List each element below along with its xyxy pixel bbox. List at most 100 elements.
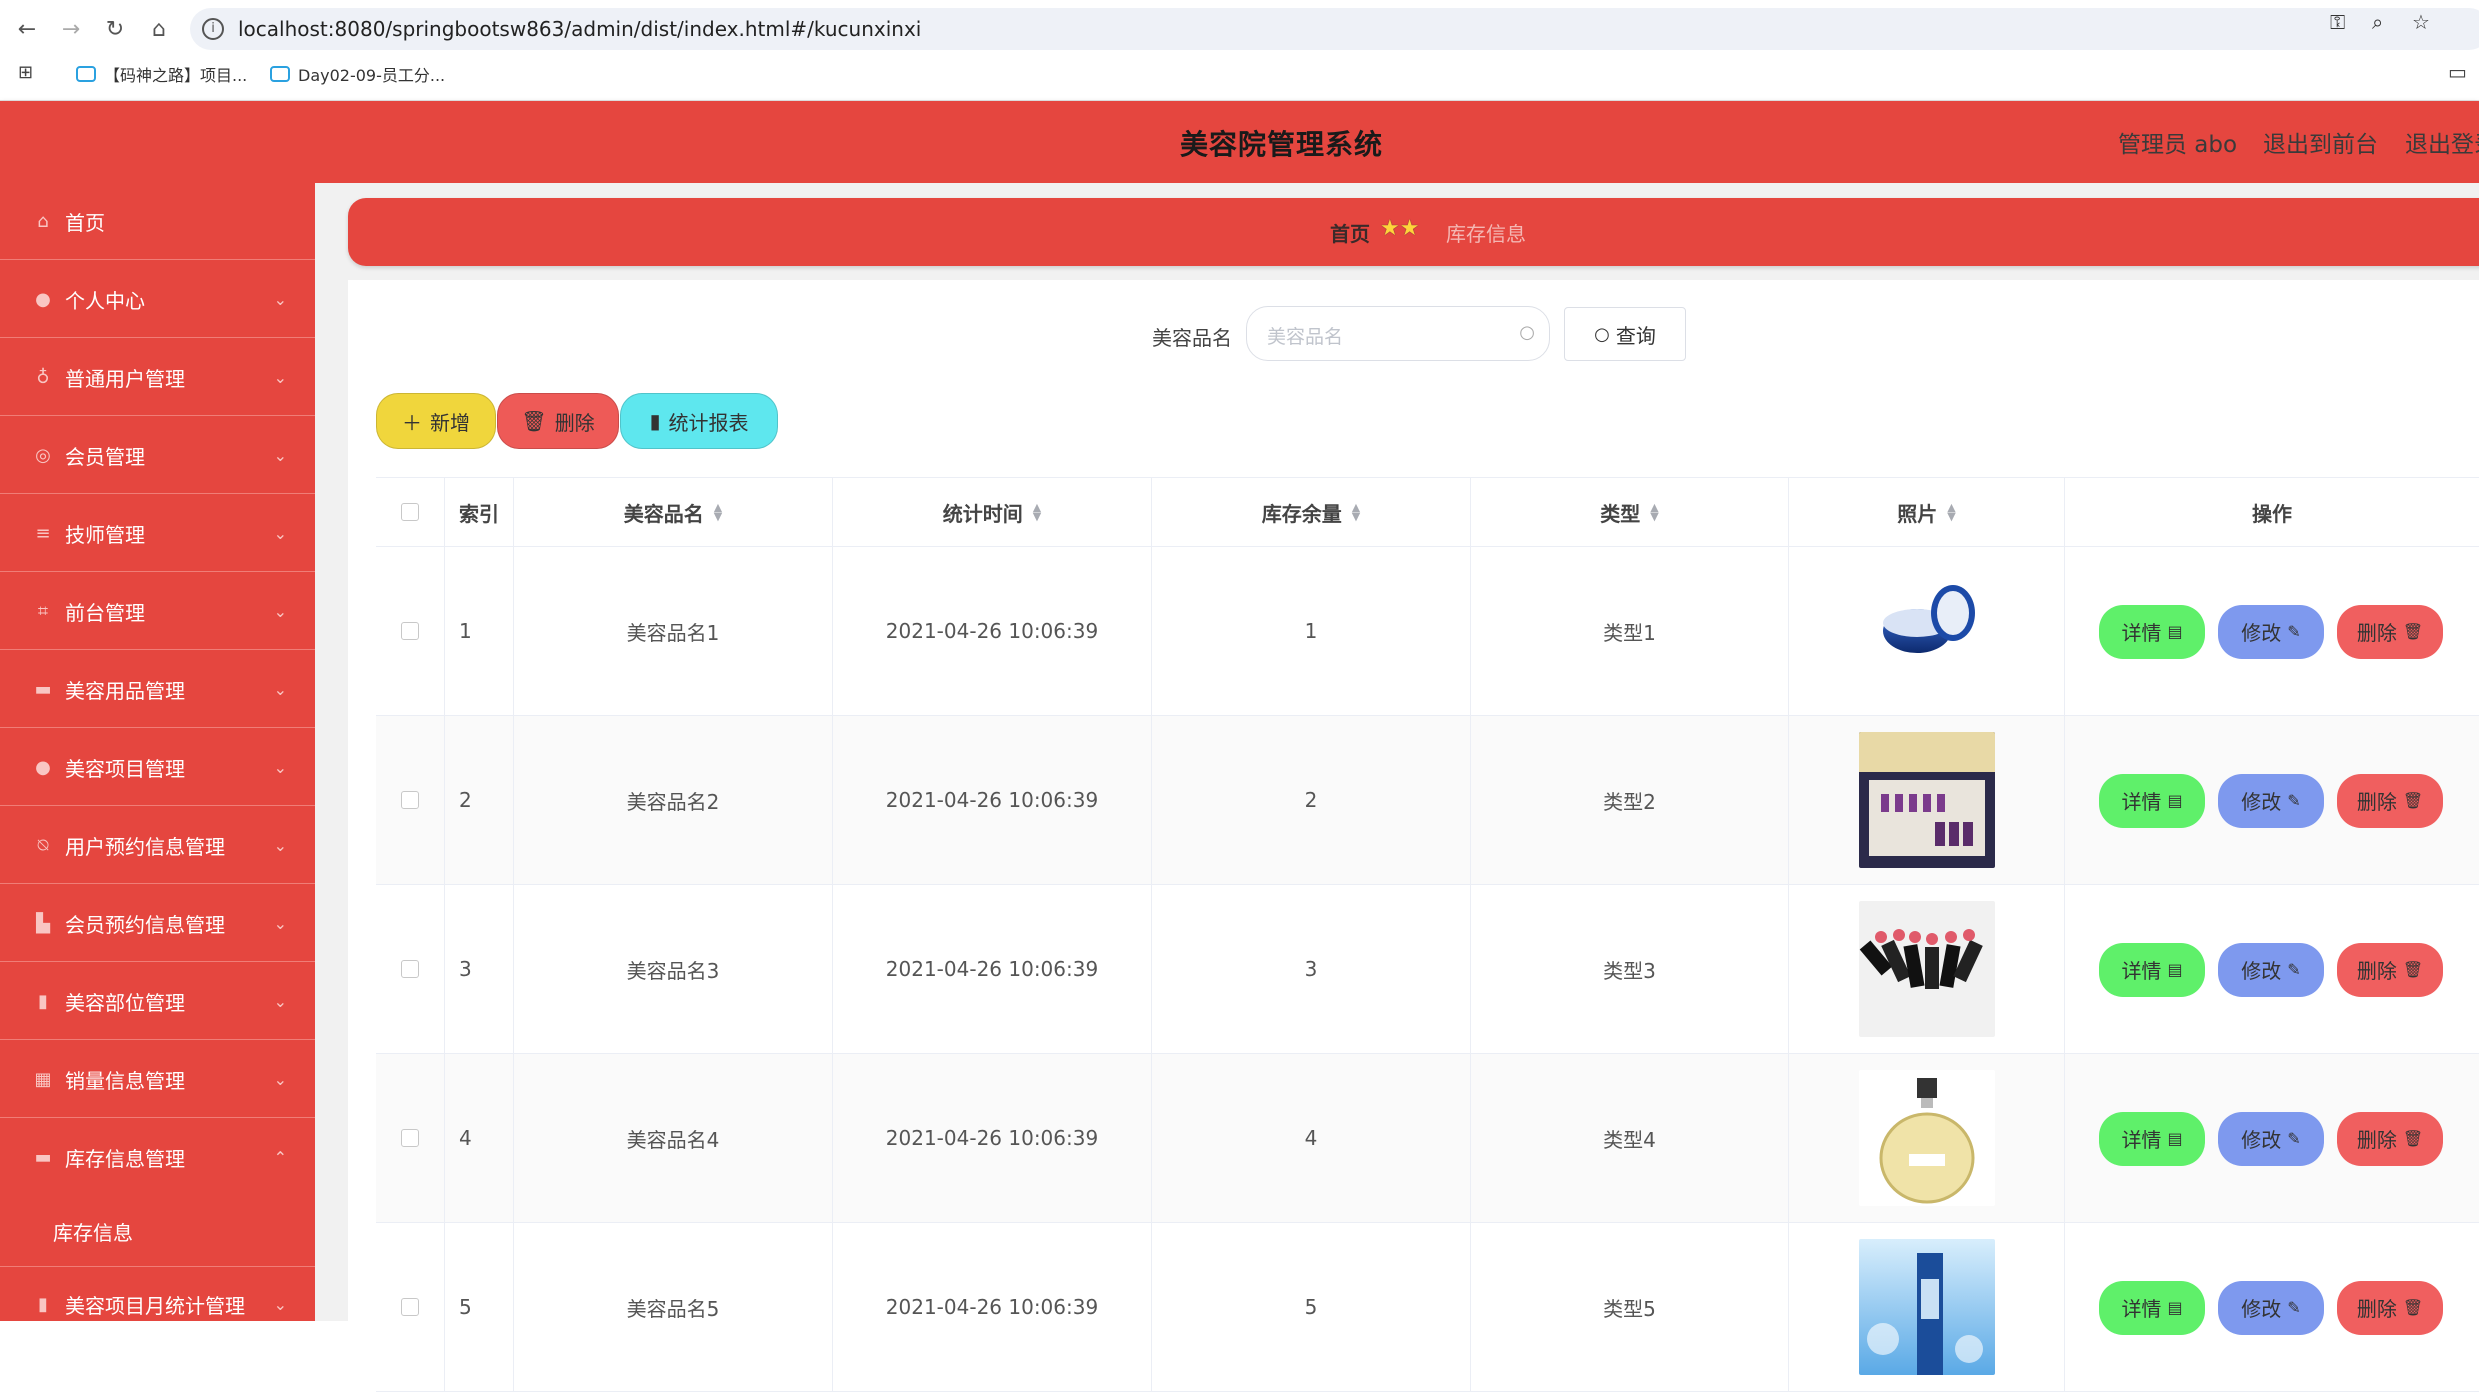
cell-index: 1 (445, 547, 514, 715)
edit-button[interactable]: 修改 ✎ (2218, 942, 2324, 997)
chevron-down-icon: ⌄ (273, 757, 287, 777)
edit-button[interactable]: 修改 ✎ (2218, 604, 2324, 659)
row-checkbox[interactable] (376, 716, 445, 884)
chevron-down-icon: ⌄ (273, 523, 287, 543)
bookmark-item[interactable]: Day02-09-员工分... (270, 62, 445, 86)
sidebar-item-supplies[interactable]: ▬ 美容用品管理 ⌄ (0, 651, 315, 728)
search-input[interactable]: 美容品名 ○ (1246, 306, 1550, 361)
sidebar-item-user-bookings[interactable]: ⍉ 用户预约信息管理 ⌄ (0, 807, 315, 884)
sidebar-subitem-inventory-info[interactable]: 库存信息 (0, 1196, 315, 1266)
exit-to-front-link[interactable]: 退出到前台 (2263, 125, 2378, 159)
sidebar: ⌂ 首页 ● 个人中心 ⌄ ♁ 普通用户管理 ⌄ ◎ 会员管理 ⌄ ≡ 技师管理 ⌄ ⌗ 前台管理 ⌄… (0, 183, 315, 1321)
chevron-down-icon: ⌄ (273, 601, 287, 621)
delete-button[interactable]: 删除 🗑 (2337, 1280, 2443, 1335)
site-info-icon[interactable]: i (202, 18, 224, 40)
row-checkbox[interactable] (376, 1054, 445, 1222)
forward-icon[interactable]: → (56, 14, 86, 44)
report-button[interactable]: ▮ 统计报表 (620, 393, 778, 449)
edit-button[interactable]: 修改 ✎ (2218, 1111, 2324, 1166)
delete-button[interactable]: 删除 🗑 (2337, 1111, 2443, 1166)
detail-button[interactable]: 详情 ▤ (2099, 1280, 2205, 1335)
home-icon: ⌂ (37, 210, 49, 232)
row-checkbox[interactable] (376, 1223, 445, 1391)
product-photo[interactable] (1858, 901, 1995, 1037)
sidebar-item-projects[interactable]: ● 美容项目管理 ⌄ (0, 729, 315, 806)
compass-icon: ◎ (35, 444, 51, 466)
sidebar-item-member-bookings[interactable]: ▙ 会员预约信息管理 ⌄ (0, 885, 315, 962)
bookmark-star-icon[interactable]: ☆ (2412, 10, 2430, 34)
sidebar-item-technicians[interactable]: ≡ 技师管理 ⌄ (0, 495, 315, 572)
cell-time: 2021-04-26 10:06:39 (833, 1054, 1152, 1222)
edit-button[interactable]: 修改 ✎ (2218, 1280, 2324, 1335)
product-photo[interactable] (1858, 732, 1995, 868)
cell-type: 类型5 (1471, 1223, 1789, 1391)
row-checkbox[interactable] (376, 885, 445, 1053)
apps-grid-icon[interactable]: ⊞ (18, 62, 33, 83)
grid-icon: ▦ (34, 1068, 52, 1090)
folder-icon[interactable]: ▭ (2448, 60, 2467, 84)
select-all-checkbox[interactable] (376, 478, 445, 546)
delete-button[interactable]: 删除 🗑 (2337, 773, 2443, 828)
cell-stock: 1 (1152, 547, 1471, 715)
bulk-delete-button[interactable]: 🗑 删除 (497, 393, 619, 449)
sidebar-item-monthly-stats[interactable]: ▮ 美容项目月统计管理 ⌄ (0, 1266, 315, 1321)
logout-link[interactable]: 退出登录 (2405, 125, 2479, 159)
chevron-down-icon: ⌄ (273, 367, 287, 387)
table-header: 索引 美容品名 ▲ ▼ 统计时间 ▲ ▼ 库存余量 ▲ ▼ 类型 ▲ ▼ 照片 ▲ ▼ 操作 (376, 477, 2479, 547)
detail-button[interactable]: 详情 ▤ (2099, 942, 2205, 997)
password-key-icon[interactable]: ⚿ (2330, 10, 2345, 34)
document-icon: ▤ (2167, 1298, 2183, 1317)
trash-icon: 🗑 (2402, 622, 2424, 641)
cell-actions: 详情 ▤ 修改 ✎ 删除 🗑 (2065, 1223, 2479, 1391)
query-button[interactable]: ○ 查询 (1564, 307, 1686, 361)
back-icon[interactable]: ← (12, 14, 42, 44)
product-photo[interactable] (1858, 1239, 1995, 1375)
delete-button[interactable]: 删除 🗑 (2337, 604, 2443, 659)
sidebar-item-body-parts[interactable]: ▮ 美容部位管理 ⌄ (0, 963, 315, 1040)
product-photo[interactable] (1858, 563, 1995, 699)
chevron-down-icon: ⌄ (273, 445, 287, 465)
sidebar-item-inventory[interactable]: ▬ 库存信息管理 ⌃ (0, 1119, 315, 1196)
plus-icon: ＋ (402, 410, 422, 435)
reload-icon[interactable]: ↻ (100, 14, 130, 44)
detail-button[interactable]: 详情 ▤ (2099, 773, 2205, 828)
pencil-icon: ✎ (2287, 960, 2301, 979)
column-header[interactable]: 美容品名 ▲ ▼ (514, 478, 833, 546)
detail-button[interactable]: 详情 ▤ (2099, 604, 2205, 659)
product-photo[interactable] (1858, 1070, 1995, 1206)
detail-button[interactable]: 详情 ▤ (2099, 1111, 2205, 1166)
sidebar-item-users[interactable]: ♁ 普通用户管理 ⌄ (0, 339, 315, 416)
home-icon[interactable]: ⌂ (144, 14, 174, 44)
sidebar-item-reception[interactable]: ⌗ 前台管理 ⌄ (0, 573, 315, 650)
column-header[interactable]: 类型 ▲ ▼ (1471, 478, 1789, 546)
delete-button[interactable]: 删除 🗑 (2337, 942, 2443, 997)
sidebar-item-members[interactable]: ◎ 会员管理 ⌄ (0, 417, 315, 494)
address-bar[interactable]: i localhost:8080/springbootsw863/admin/d… (190, 8, 2479, 50)
column-header[interactable]: 统计时间 ▲ ▼ (833, 478, 1152, 546)
sidebar-item-sales[interactable]: ▦ 销量信息管理 ⌄ (0, 1041, 315, 1118)
bookmark-item[interactable]: 【码神之路】项目... (76, 62, 247, 86)
cell-photo (1789, 1223, 2065, 1391)
add-button[interactable]: ＋新增 (376, 393, 496, 449)
chevron-down-icon: ⌄ (273, 835, 287, 855)
breadcrumb-home[interactable]: 首页 (1330, 218, 1370, 247)
column-header[interactable]: 照片 ▲ ▼ (1789, 478, 2065, 546)
column-header[interactable]: 库存余量 ▲ ▼ (1152, 478, 1471, 546)
search-label: 美容品名 (1152, 326, 1232, 350)
sidebar-item-profile[interactable]: ● 个人中心 ⌄ (0, 261, 315, 338)
trash-icon: 🗑 (2402, 1298, 2424, 1317)
row-checkbox[interactable] (376, 547, 445, 715)
edit-button[interactable]: 修改 ✎ (2218, 773, 2324, 828)
cell-photo (1789, 1054, 2065, 1222)
admin-label[interactable]: 管理员 abo (2118, 125, 2237, 159)
cell-index: 5 (445, 1223, 514, 1391)
sort-icon: ▲ ▼ (1947, 501, 1956, 523)
bell-off-icon: ⍉ (37, 834, 49, 856)
table-row: 1 美容品名1 2021-04-26 10:06:39 1 类型1 详情 ▤ 修改… (376, 547, 2479, 716)
chevron-down-icon: ⌄ (273, 1069, 287, 1089)
column-header: 操作 (2252, 501, 2292, 526)
zoom-icon[interactable]: ⌕ (2372, 10, 2383, 34)
sidebar-item-home[interactable]: ⌂ 首页 (0, 183, 315, 260)
cell-actions: 详情 ▤ 修改 ✎ 删除 🗑 (2065, 716, 2479, 884)
user-icon: ● (35, 288, 51, 310)
